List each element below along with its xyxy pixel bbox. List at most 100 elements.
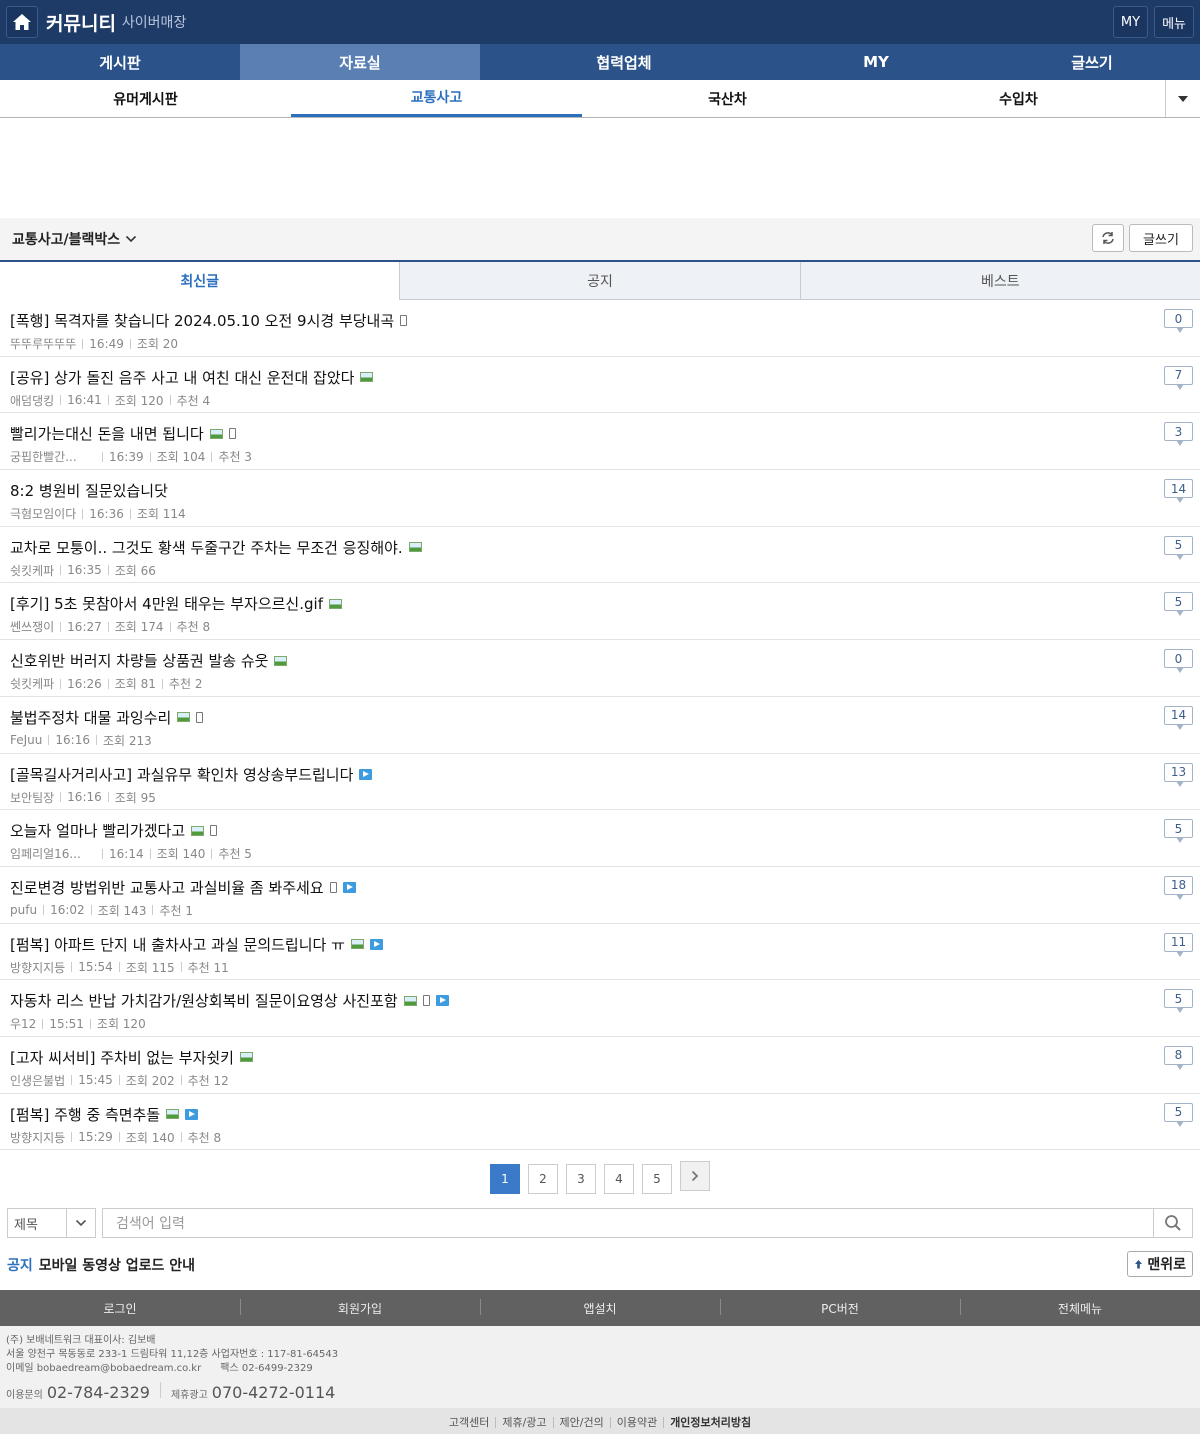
comment-count-badge[interactable]: 0 (1164, 309, 1193, 333)
comment-count-badge[interactable]: 11 (1164, 932, 1193, 957)
footer-link[interactable]: 개인정보처리방침 (663, 1416, 757, 1428)
list-item[interactable]: [고자 씨서비] 주차비 없는 부자쉿키 인생은불법 15:45 조회 202 추천 1… (0, 1037, 1200, 1094)
next-page-button[interactable] (680, 1161, 710, 1192)
list-item[interactable]: [펌복] 아파트 단지 내 출차사고 과실 문의드립니다 ㅠ 방향지지등 15:54… (0, 924, 1200, 981)
footer-login[interactable]: 로그인 (0, 1290, 240, 1326)
comment-count-badge[interactable]: 7 (1164, 365, 1193, 390)
post-author[interactable]: 궁핍한빨간... (10, 448, 96, 465)
search-input[interactable]: 검색어 입력 (102, 1208, 1154, 1239)
tab-latest[interactable]: 최신글 (0, 262, 400, 300)
list-item[interactable]: 교차로 모퉁이.. 그것도 황색 두줄구간 주차는 무조건 응징해야. 쉿킷케파 1… (0, 527, 1200, 584)
brand-title[interactable]: 커뮤니티 (46, 9, 116, 36)
page-5-button[interactable]: 5 (642, 1164, 672, 1195)
post-author[interactable]: FeJuu (10, 733, 42, 747)
page-1-button[interactable]: 1 (490, 1164, 520, 1195)
list-item[interactable]: [공유] 상가 돌진 음주 사고 내 여친 대신 운전대 잡았다 애덤댕킹 16:4… (0, 357, 1200, 414)
list-item[interactable]: [골목길사거리사고] 과실유무 확인차 영상송부드립니다 보안팀장 16:16 조회 … (0, 754, 1200, 811)
footer-pc-version[interactable]: PC버전 (720, 1290, 960, 1326)
post-author[interactable]: 방향지지등 (10, 959, 65, 976)
list-item[interactable]: 빨리가는대신 돈을 내면 됩니다 궁핍한빨간... 16:39 조회 104 추천 3 3 (0, 413, 1200, 471)
list-item[interactable]: 신호위반 버러지 차량들 상품권 발송 슈웃 쉿킷케파 16:26 조회 81 추천 2… (0, 640, 1200, 697)
post-author[interactable]: pufu (10, 903, 37, 917)
sub-nav-item-accident[interactable]: 교통사고 (291, 80, 582, 117)
board-title[interactable]: 교통사고/블랙박스 (12, 229, 120, 249)
comment-count-badge[interactable]: 13 (1164, 762, 1193, 787)
post-title[interactable]: 진로변경 방법위반 교통사고 과실비율 좀 봐주세요 (10, 877, 324, 898)
comment-count-badge[interactable]: 14 (1164, 705, 1193, 730)
contact-phone[interactable]: 02-784-2329 (47, 1383, 150, 1402)
list-item[interactable]: 자동차 리스 반납 가치감가/원상회복비 질문이요영상 사진포함 우12 15:51… (0, 980, 1200, 1037)
write-button[interactable]: 글쓰기 (1129, 224, 1193, 252)
footer-link[interactable]: 이용약관 (609, 1416, 663, 1428)
comment-count-badge[interactable]: 5 (1164, 819, 1193, 844)
page-2-button[interactable]: 2 (528, 1164, 558, 1195)
list-item[interactable]: 진로변경 방법위반 교통사고 과실비율 좀 봐주세요 pufu 16:02 조회 14… (0, 867, 1200, 924)
post-author[interactable]: 쉿킷케파 (10, 675, 54, 692)
main-nav-item-write[interactable]: 글쓰기 (984, 44, 1200, 80)
main-nav-item-my[interactable]: MY (768, 44, 984, 80)
post-author[interactable]: 쉿킷케파 (10, 562, 54, 579)
main-nav-item-partners[interactable]: 협력업체 (480, 44, 768, 80)
post-title[interactable]: 8:2 병원비 질문있습니닷 (10, 480, 168, 501)
post-title[interactable]: 교차로 모퉁이.. 그것도 황색 두줄구간 주차는 무조건 응징해야. (10, 537, 403, 558)
tab-notice[interactable]: 공지 (399, 262, 800, 300)
my-button[interactable]: MY (1112, 6, 1149, 38)
post-title[interactable]: 오늘자 얼마나 빨리가겠다고 (10, 820, 185, 841)
list-item[interactable]: 불법주정차 대물 과잉수리 FeJuu 16:16 조회 213 14 (0, 697, 1200, 754)
sub-nav-item-domestic[interactable]: 국산차 (582, 80, 873, 117)
sub-nav-more-button[interactable] (1165, 80, 1200, 117)
footer-signup[interactable]: 회원가입 (240, 1290, 480, 1326)
sub-nav-item-humor[interactable]: 유머게시판 (0, 80, 291, 117)
post-author[interactable]: 우12 (10, 1015, 36, 1032)
search-button[interactable] (1153, 1208, 1193, 1239)
list-item[interactable]: [폭행] 목격자를 찾습니다 2024.05.10 오전 9시경 부당내곡뚜뚜루… (0, 300, 1200, 357)
footer-link[interactable]: 제휴/광고 (495, 1416, 552, 1428)
comment-count-badge[interactable]: 0 (1164, 649, 1193, 674)
comment-count-badge[interactable]: 5 (1164, 535, 1193, 560)
list-item[interactable]: 8:2 병원비 질문있습니닷 극혐모임이다 16:36 조회 114 14 (0, 470, 1200, 527)
post-title[interactable]: [공유] 상가 돌진 음주 사고 내 여친 대신 운전대 잡았다 (10, 367, 354, 388)
list-item[interactable]: 오늘자 얼마나 빨리가겠다고 임페리얼16... 16:14 조회 140 추천 5 5 (0, 810, 1200, 867)
footer-all-menu[interactable]: 전체메뉴 (960, 1290, 1200, 1326)
comment-count-badge[interactable]: 5 (1164, 592, 1193, 617)
post-title[interactable]: [펌복] 주행 중 측면추돌 (10, 1104, 160, 1125)
post-author[interactable]: 임페리얼16... (10, 845, 96, 862)
home-button[interactable] (6, 6, 38, 38)
sub-nav-item-import[interactable]: 수입차 (873, 80, 1164, 117)
main-nav-item-board[interactable]: 게시판 (0, 44, 240, 80)
post-author[interactable]: 인생은불법 (10, 1072, 65, 1089)
back-to-top-button[interactable]: 맨위로 (1127, 1251, 1193, 1278)
post-title[interactable]: [고자 씨서비] 주차비 없는 부자쉿키 (10, 1047, 234, 1068)
list-item[interactable]: [펌복] 주행 중 측면추돌 방향지지등 15:29 조회 140 추천 8 5 (0, 1094, 1200, 1151)
post-author[interactable]: 방향지지등 (10, 1129, 65, 1146)
post-title[interactable]: 빨리가는대신 돈을 내면 됩니다 (10, 423, 204, 444)
post-author[interactable]: 쎈쓰쟁이 (10, 618, 54, 635)
comment-count-badge[interactable]: 8 (1164, 1045, 1193, 1070)
chevron-down-icon[interactable] (125, 235, 137, 243)
footer-link[interactable]: 제안/건의 (552, 1416, 610, 1428)
search-field-select[interactable]: 제목 (7, 1208, 96, 1239)
notice-link[interactable]: 모바일 동영상 업로드 안내 (39, 1255, 195, 1275)
tab-best[interactable]: 베스트 (799, 262, 1200, 300)
page-3-button[interactable]: 3 (566, 1164, 596, 1195)
post-author[interactable]: 극혐모임이다 (10, 505, 76, 522)
post-author[interactable]: 뚜뚜루뚜뚜뚜 (10, 335, 76, 352)
post-title[interactable]: [후기] 5초 못참아서 4만원 태우는 부자으르신.gif (10, 593, 323, 614)
post-title[interactable]: 신호위반 버러지 차량들 상품권 발송 슈웃 (10, 650, 268, 671)
post-title[interactable]: [펌복] 아파트 단지 내 출차사고 과실 문의드립니다 ㅠ (10, 934, 345, 955)
comment-count-badge[interactable]: 5 (1164, 989, 1193, 1014)
menu-button[interactable]: 메뉴 (1154, 6, 1194, 38)
list-item[interactable]: [후기] 5초 못참아서 4만원 태우는 부자으르신.gif 쎈쓰쟁이 16:27 조… (0, 583, 1200, 641)
post-title[interactable]: [골목길사거리사고] 과실유무 확인차 영상송부드립니다 (10, 764, 353, 785)
footer-app-install[interactable]: 앱설치 (480, 1290, 720, 1326)
comment-count-badge[interactable]: 14 (1164, 479, 1193, 504)
post-title[interactable]: 불법주정차 대물 과잉수리 (10, 707, 171, 728)
comment-count-badge[interactable]: 3 (1164, 422, 1193, 447)
post-title[interactable]: 자동차 리스 반납 가치감가/원상회복비 질문이요영상 사진포함 (10, 990, 398, 1011)
post-author[interactable]: 애덤댕킹 (10, 392, 54, 409)
comment-count-badge[interactable]: 5 (1164, 1102, 1193, 1127)
ad-contact-phone[interactable]: 070-4272-0114 (212, 1383, 336, 1402)
post-title[interactable]: [폭행] 목격자를 찾습니다 2024.05.10 오전 9시경 부당내곡 (10, 310, 394, 331)
post-author[interactable]: 보안팀장 (10, 789, 54, 806)
refresh-button[interactable] (1092, 224, 1124, 252)
